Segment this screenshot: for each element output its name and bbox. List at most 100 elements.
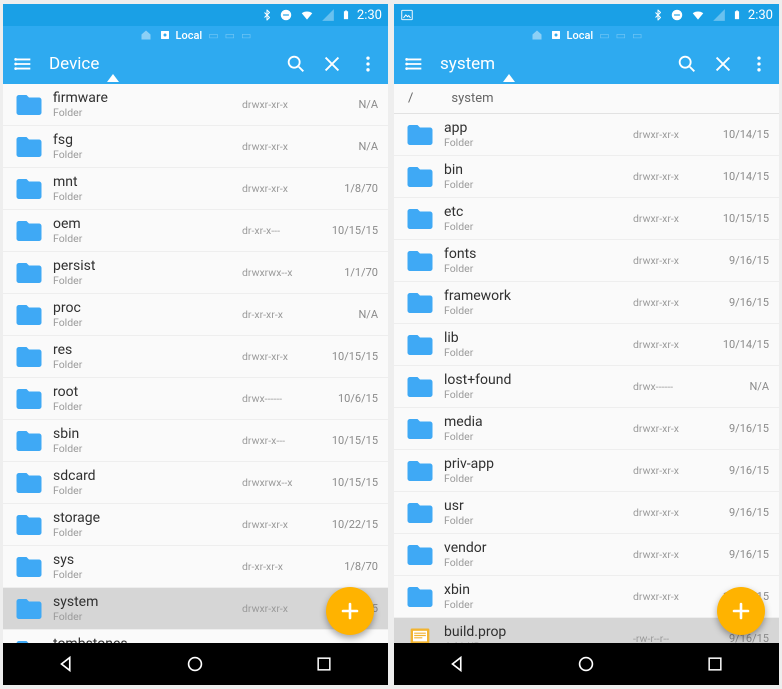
item-meta: build.prop 4.61 KB — [444, 624, 633, 643]
item-meta: oem Folder — [53, 216, 242, 245]
item-name: sbin — [53, 426, 242, 442]
item-subtext: Folder — [53, 106, 242, 119]
location-bar[interactable]: Local ▭ ▭ ▭ — [3, 26, 388, 44]
list-item[interactable]: usr Folder drwxr-xr-x 9/16/15 — [394, 492, 779, 534]
item-name: proc — [53, 300, 242, 316]
item-name: lib — [444, 330, 633, 346]
list-item[interactable]: sys Folder dr-xr-xr-x 1/8/70 — [3, 546, 388, 588]
nav-back-button[interactable] — [37, 643, 97, 685]
item-name: media — [444, 414, 633, 430]
search-button[interactable] — [673, 50, 701, 78]
item-meta: sys Folder — [53, 552, 242, 581]
item-date: 9/16/15 — [711, 464, 769, 477]
item-meta: tombstones Folder — [53, 636, 242, 643]
win3-icon: ▭ — [632, 29, 642, 42]
breadcrumb-segment[interactable]: system — [451, 91, 493, 106]
dropdown-indicator-icon — [107, 74, 119, 82]
breadcrumb[interactable]: / system — [394, 84, 779, 114]
battery-icon — [732, 8, 742, 22]
nav-recent-button[interactable] — [294, 643, 354, 685]
close-button[interactable] — [318, 50, 346, 78]
item-permissions: drwxr-xr-x — [633, 590, 711, 603]
item-meta: sbin Folder — [53, 426, 242, 455]
item-name: res — [53, 342, 242, 358]
folder-icon — [11, 465, 47, 501]
list-item[interactable]: persist Folder drwxrwx--x 1/1/70 — [3, 252, 388, 294]
list-item[interactable]: firmware Folder drwxr-xr-x N/A — [3, 84, 388, 126]
list-item[interactable]: priv-app Folder drwxr-xr-x 9/16/15 — [394, 450, 779, 492]
fab-add-button[interactable] — [717, 587, 765, 635]
item-subtext: Folder — [444, 178, 633, 191]
menu-button[interactable] — [400, 50, 428, 78]
list-item[interactable]: mnt Folder drwxr-xr-x 1/8/70 — [3, 168, 388, 210]
item-subtext: Folder — [444, 136, 633, 149]
item-date: 9/16/15 — [711, 506, 769, 519]
fab-add-button[interactable] — [326, 587, 374, 635]
item-permissions: drwxr-x--- — [242, 434, 320, 447]
folder-icon — [11, 129, 47, 165]
list-item[interactable]: tombstones Folder drwxrwx--x 1/1/70 — [3, 630, 388, 643]
nav-back-button[interactable] — [428, 643, 488, 685]
status-time: 2:30 — [357, 8, 382, 23]
item-name: system — [53, 594, 242, 610]
list-item[interactable]: vendor Folder drwxr-xr-x 9/16/15 — [394, 534, 779, 576]
item-date: N/A — [320, 98, 378, 111]
item-name: usr — [444, 498, 633, 514]
list-item[interactable]: lost+found Folder drwx------ N/A — [394, 366, 779, 408]
list-item[interactable]: fsg Folder drwxr-xr-x N/A — [3, 126, 388, 168]
folder-icon — [402, 453, 438, 489]
folder-icon — [402, 117, 438, 153]
file-list[interactable]: firmware Folder drwxr-xr-x N/A fsg Folde… — [3, 84, 388, 643]
close-button[interactable] — [709, 50, 737, 78]
item-permissions: drwxr-xr-x — [633, 296, 711, 309]
item-name: app — [444, 120, 633, 136]
list-item[interactable]: media Folder drwxr-xr-x 9/16/15 — [394, 408, 779, 450]
overflow-button[interactable] — [354, 50, 382, 78]
item-subtext: Folder — [53, 442, 242, 455]
list-item[interactable]: oem Folder dr-xr-x--- 10/15/15 — [3, 210, 388, 252]
item-date: 10/14/15 — [711, 338, 769, 351]
appbar-title[interactable]: Device — [49, 54, 99, 74]
appbar-title[interactable]: system — [440, 54, 495, 74]
location-bar[interactable]: Local ▭ ▭ ▭ — [394, 26, 779, 44]
item-permissions: drwxr-xr-x — [633, 254, 711, 267]
win-icon: ▭ — [599, 29, 609, 42]
menu-button[interactable] — [9, 50, 37, 78]
list-item[interactable]: etc Folder drwxr-xr-x 10/15/15 — [394, 198, 779, 240]
item-name: storage — [53, 510, 242, 526]
list-item[interactable]: res Folder drwxr-xr-x 10/15/15 — [3, 336, 388, 378]
item-subtext: Folder — [53, 568, 242, 581]
folder-icon — [11, 423, 47, 459]
item-meta: xbin Folder — [444, 582, 633, 611]
nav-home-button[interactable] — [165, 643, 225, 685]
list-item[interactable]: sdcard Folder drwxrwx--x 10/15/15 — [3, 462, 388, 504]
item-meta: lost+found Folder — [444, 372, 633, 401]
list-item[interactable]: sbin Folder drwxr-x--- 10/15/15 — [3, 420, 388, 462]
breadcrumb-segment[interactable]: / — [408, 91, 413, 106]
item-subtext: Folder — [444, 556, 633, 569]
item-meta: fonts Folder — [444, 246, 633, 275]
file-list[interactable]: app Folder drwxr-xr-x 10/14/15 bin Folde… — [394, 114, 779, 643]
item-meta: etc Folder — [444, 204, 633, 233]
bluetooth-icon — [652, 8, 664, 22]
overflow-button[interactable] — [745, 50, 773, 78]
item-name: priv-app — [444, 456, 633, 472]
list-item[interactable]: bin Folder drwxr-xr-x 10/14/15 — [394, 156, 779, 198]
item-name: sdcard — [53, 468, 242, 484]
status-bar: 2:30 — [3, 4, 388, 26]
list-item[interactable]: proc Folder dr-xr-xr-x N/A — [3, 294, 388, 336]
item-date: 1/8/70 — [320, 182, 378, 195]
list-item[interactable]: lib Folder drwxr-xr-x 10/14/15 — [394, 324, 779, 366]
item-name: fsg — [53, 132, 242, 148]
nav-recent-button[interactable] — [685, 643, 745, 685]
item-meta: proc Folder — [53, 300, 242, 329]
list-item[interactable]: app Folder drwxr-xr-x 10/14/15 — [394, 114, 779, 156]
search-button[interactable] — [282, 50, 310, 78]
item-meta: usr Folder — [444, 498, 633, 527]
win3-icon: ▭ — [241, 29, 251, 42]
list-item[interactable]: fonts Folder drwxr-xr-x 9/16/15 — [394, 240, 779, 282]
list-item[interactable]: storage Folder drwxr-xr-x 10/22/15 — [3, 504, 388, 546]
list-item[interactable]: root Folder drwx------ 10/6/15 — [3, 378, 388, 420]
nav-home-button[interactable] — [556, 643, 616, 685]
list-item[interactable]: framework Folder drwxr-xr-x 9/16/15 — [394, 282, 779, 324]
